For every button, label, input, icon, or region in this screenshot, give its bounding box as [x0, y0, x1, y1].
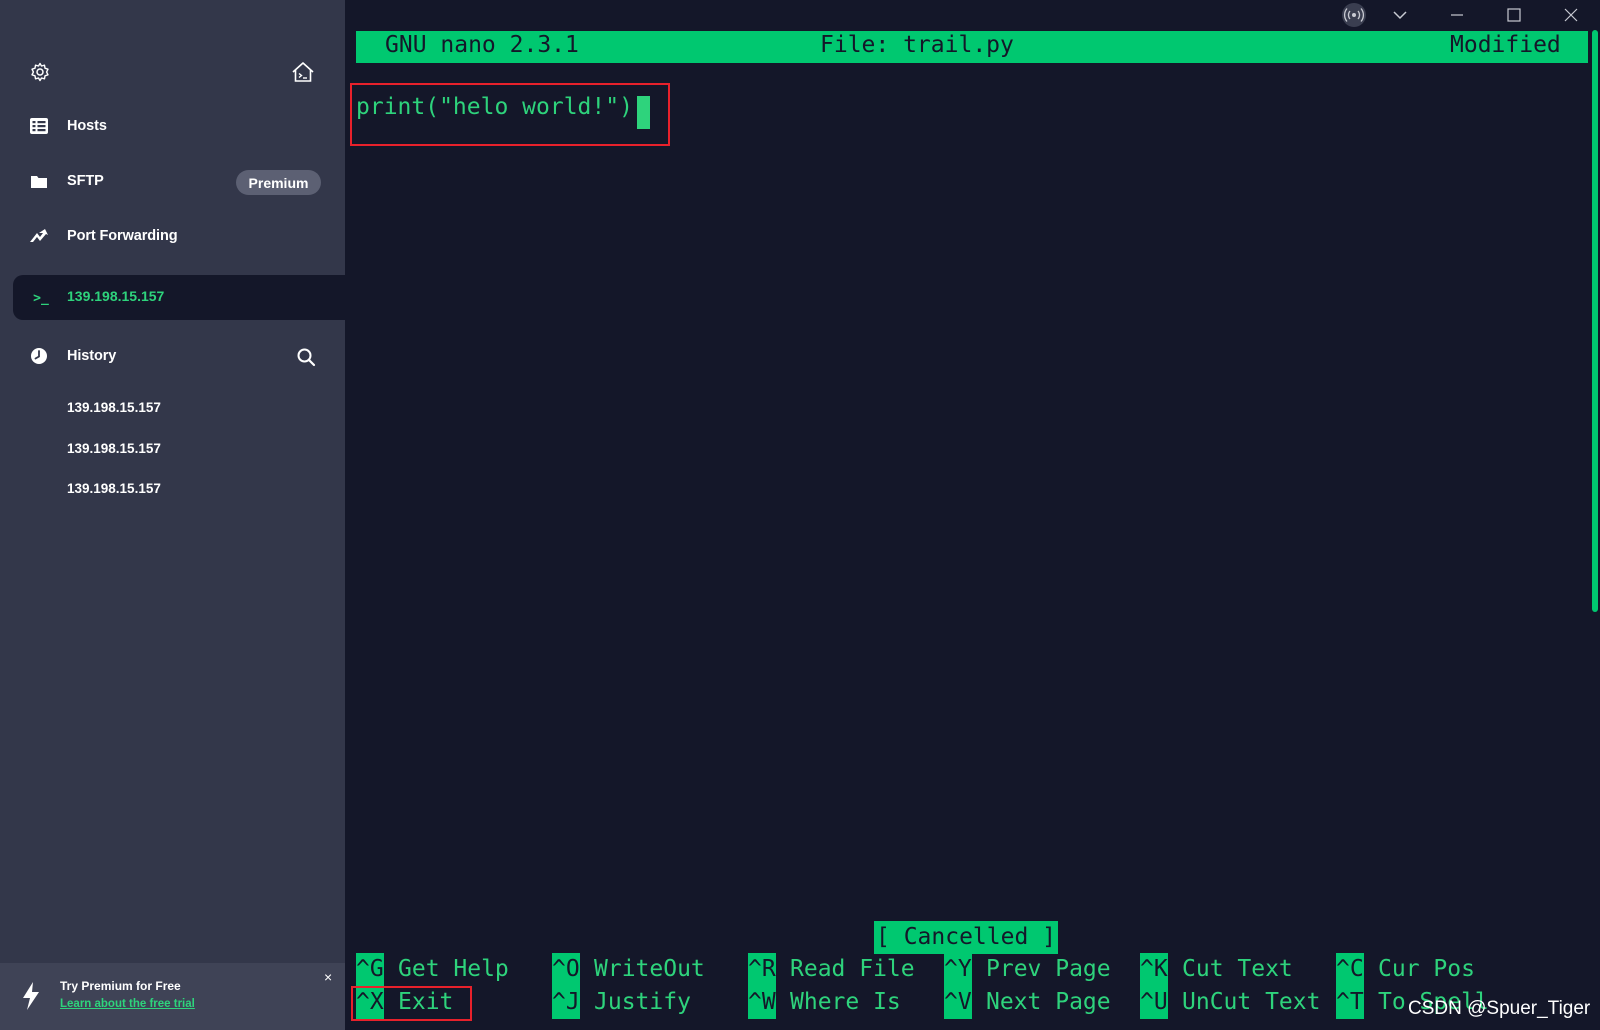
gear-icon[interactable]: [28, 60, 52, 84]
shortcut-key: ^X: [356, 986, 384, 1019]
shortcut-writeout[interactable]: ^O WriteOut: [552, 953, 705, 986]
free-trial-link[interactable]: Learn about the free trial: [60, 998, 195, 1010]
home-terminal-icon[interactable]: [291, 60, 315, 84]
watermark: CSDN @Spuer_Tiger: [1408, 998, 1591, 1019]
sidebar-item-label: Port Forwarding: [67, 228, 178, 244]
shortcut-uncut-text[interactable]: ^U UnCut Text: [1140, 986, 1320, 1019]
shortcut-label: Exit: [398, 989, 454, 1015]
terminal-pane[interactable]: GNU nano 2.3.1 File: trail.py Modified p…: [345, 0, 1600, 1030]
premium-badge: Premium: [236, 170, 321, 195]
shortcut-cut-text[interactable]: ^K Cut Text: [1140, 953, 1293, 986]
shortcut-label: Cut Text: [1182, 956, 1293, 982]
shortcut-get-help[interactable]: ^G Get Help: [356, 953, 509, 986]
status-message: [ Cancelled ]: [874, 921, 1059, 954]
sidebar: Hosts SFTP Premium Port Forwarding >_ 13…: [0, 0, 345, 1030]
nano-title-bar: GNU nano 2.3.1 File: trail.py Modified: [356, 31, 1588, 63]
shortcut-label: Next Page: [986, 989, 1111, 1015]
sidebar-item-hosts[interactable]: Hosts: [0, 103, 345, 149]
shortcut-key: ^J: [552, 986, 580, 1019]
editor-content-line[interactable]: print("helo world!"): [356, 94, 633, 120]
lightning-icon: [20, 981, 42, 1011]
hosts-grid-icon: [28, 115, 50, 137]
text-cursor: [637, 96, 650, 129]
shortcut-label: WriteOut: [594, 956, 705, 982]
sidebar-item-label: Hosts: [67, 118, 107, 134]
folder-icon: [28, 170, 50, 192]
search-icon[interactable]: [294, 345, 318, 369]
sidebar-item-active-session[interactable]: >_ 139.198.15.157: [13, 275, 345, 320]
terminal-scrollbar[interactable]: [1592, 30, 1598, 612]
shortcut-key: ^Y: [944, 953, 972, 986]
shortcut-label: Read File: [790, 956, 915, 982]
history-item[interactable]: 139.198.15.157: [67, 400, 161, 415]
shortcut-key: ^G: [356, 953, 384, 986]
shortcut-exit[interactable]: ^X Exit: [356, 986, 453, 1019]
sidebar-item-label: History: [67, 348, 117, 364]
shortcut-label: Justify: [594, 989, 691, 1015]
sidebar-item-label: SFTP: [67, 173, 104, 189]
terminal-prompt-icon: >_: [33, 290, 49, 306]
shortcut-prev-page[interactable]: ^Y Prev Page: [944, 953, 1111, 986]
nano-version: GNU nano 2.3.1: [385, 32, 579, 58]
shortcut-label: Where Is: [790, 989, 901, 1015]
shortcut-label: Cur Pos: [1378, 956, 1475, 982]
shortcut-where-is[interactable]: ^W Where Is: [748, 986, 901, 1019]
shortcut-key: ^R: [748, 953, 776, 986]
shortcut-key: ^K: [1140, 953, 1168, 986]
shortcut-next-page[interactable]: ^V Next Page: [944, 986, 1111, 1019]
shortcut-label: UnCut Text: [1182, 989, 1321, 1015]
premium-promo-banner: Try Premium for Free Learn about the fre…: [0, 963, 345, 1030]
clock-icon: [28, 345, 50, 367]
sidebar-item-sftp[interactable]: SFTP Premium: [0, 158, 345, 204]
file-name: File: trail.py: [820, 32, 1014, 58]
modified-flag: Modified: [1450, 32, 1561, 58]
shortcut-key: ^W: [748, 986, 776, 1019]
shortcut-key: ^T: [1336, 986, 1364, 1019]
port-forward-icon: [28, 225, 50, 247]
shortcut-key: ^C: [1336, 953, 1364, 986]
promo-title: Try Premium for Free: [60, 979, 181, 993]
history-item[interactable]: 139.198.15.157: [67, 441, 161, 456]
shortcut-key: ^V: [944, 986, 972, 1019]
shortcut-read-file[interactable]: ^R Read File: [748, 953, 915, 986]
shortcut-key: ^U: [1140, 986, 1168, 1019]
shortcut-justify[interactable]: ^J Justify: [552, 986, 691, 1019]
shortcut-cur-pos[interactable]: ^C Cur Pos: [1336, 953, 1475, 986]
shortcut-key: ^O: [552, 953, 580, 986]
history-item[interactable]: 139.198.15.157: [67, 481, 161, 496]
shortcut-label: Get Help: [398, 956, 509, 982]
active-session-label: 139.198.15.157: [67, 288, 165, 304]
sidebar-item-port-forwarding[interactable]: Port Forwarding: [0, 213, 345, 259]
shortcut-label: Prev Page: [986, 956, 1111, 982]
promo-close-button[interactable]: ×: [324, 969, 332, 985]
